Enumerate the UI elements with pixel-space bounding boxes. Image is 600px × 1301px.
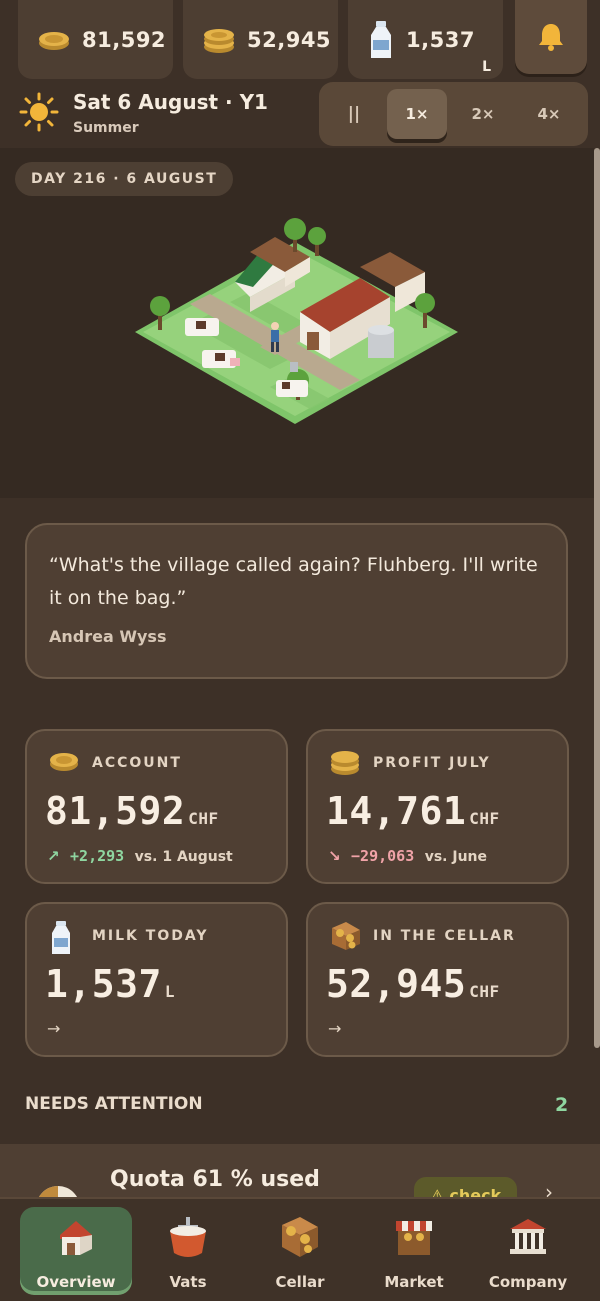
sun-icon bbox=[19, 92, 59, 132]
account-card-unit: CHF bbox=[188, 809, 219, 828]
profit-card-delta: ↘ −29,063 vs. June bbox=[328, 847, 487, 865]
profit-card-unit: CHF bbox=[469, 809, 500, 828]
milk-resource-unit: L bbox=[482, 59, 491, 75]
account-value: 81,592 bbox=[82, 27, 167, 52]
account-resource[interactable]: 81,592 bbox=[18, 0, 173, 79]
date-title: Sat 6 August · Y1 bbox=[73, 90, 268, 114]
nav-vats-label: Vats bbox=[169, 1273, 207, 1291]
nav-overview[interactable]: Overview bbox=[20, 1207, 132, 1291]
quote-author: Andrea Wyss bbox=[49, 627, 167, 646]
farm-scene[interactable]: DAY 216 · 6 AUGUST bbox=[0, 148, 594, 498]
coin-stack-icon bbox=[331, 751, 359, 775]
account-card-value: 81,592 CHF bbox=[45, 789, 219, 833]
account-card-label: ACCOUNT bbox=[92, 755, 182, 771]
resource-bar: 81,592 52,945 1,537 L bbox=[0, 0, 600, 80]
page-scrollbar[interactable] bbox=[594, 148, 600, 1048]
cellar-card-unit: CHF bbox=[469, 982, 500, 1001]
cellar-card-label: IN THE CELLAR bbox=[373, 928, 516, 944]
day-pill: DAY 216 · 6 AUGUST bbox=[15, 162, 234, 196]
pause-button[interactable]: || bbox=[327, 89, 381, 139]
milk-card-value: 1,537 L bbox=[45, 962, 176, 1006]
speed-2x-button[interactable]: 2× bbox=[453, 89, 513, 139]
nav-market-label: Market bbox=[384, 1273, 444, 1291]
milk-card[interactable]: MILK TODAY 1,537 L → bbox=[25, 902, 288, 1057]
farmhouse-icon bbox=[60, 1221, 92, 1255]
nav-cellar-label: Cellar bbox=[275, 1273, 325, 1291]
date-row: Sat 6 August · Y1 Summer || 1× 2× 4× bbox=[0, 82, 600, 146]
bank-building-icon bbox=[510, 1219, 546, 1254]
profit-card-label: PROFIT JULY bbox=[373, 755, 491, 771]
milk-resource-value: 1,537 bbox=[406, 27, 475, 52]
attention-item-title: Quota 61 % used bbox=[110, 1167, 320, 1192]
bell-icon bbox=[539, 24, 563, 51]
account-card-delta: ↗ +2,293 vs. 1 August bbox=[47, 847, 233, 865]
speed-1x-button[interactable]: 1× bbox=[387, 89, 447, 139]
isometric-farm-illustration[interactable] bbox=[130, 212, 470, 432]
vat-icon bbox=[170, 1217, 206, 1257]
arrow-right-icon[interactable]: → bbox=[47, 1019, 60, 1038]
notifications-button[interactable] bbox=[515, 0, 587, 74]
account-card[interactable]: ACCOUNT 81,592 CHF ↗ +2,293 vs. 1 August bbox=[25, 729, 288, 884]
speed-4x-button[interactable]: 4× bbox=[519, 89, 579, 139]
milk-resource[interactable]: 1,537 L bbox=[348, 0, 503, 79]
nav-vats[interactable]: Vats bbox=[132, 1207, 244, 1291]
nav-company-label: Company bbox=[488, 1273, 568, 1291]
profit-card-value: 14,761 CHF bbox=[326, 789, 500, 833]
nav-cellar[interactable]: Cellar bbox=[244, 1207, 356, 1291]
attention-item[interactable]: Quota 61 % used ⚠ check › bbox=[0, 1144, 600, 1204]
cellar-resource-value: 52,945 bbox=[247, 27, 332, 52]
cellar-card[interactable]: IN THE CELLAR 52,945 CHF → bbox=[306, 902, 569, 1057]
nav-overview-label: Overview bbox=[36, 1273, 116, 1291]
nav-company[interactable]: Company bbox=[472, 1207, 584, 1291]
cheese-shelf-icon bbox=[282, 1217, 318, 1257]
trend-up-icon: ↗ bbox=[47, 847, 60, 865]
milk-bottle-icon bbox=[52, 921, 70, 954]
profit-card[interactable]: PROFIT JULY 14,761 CHF ↘ −29,063 vs. June bbox=[306, 729, 569, 884]
coin-stack-icon bbox=[204, 28, 234, 53]
season-label: Summer bbox=[73, 120, 139, 136]
quote-card: “What's the village called again? Fluhbe… bbox=[25, 523, 568, 679]
milk-card-unit: L bbox=[164, 982, 176, 1001]
milk-bottle-icon bbox=[371, 20, 391, 58]
needs-attention-count: 2 bbox=[555, 1094, 569, 1116]
trend-down-icon: ↘ bbox=[328, 847, 341, 865]
cheese-shelf-icon bbox=[332, 922, 360, 950]
speed-control: || 1× 2× 4× bbox=[319, 82, 588, 146]
needs-attention-title: NEEDS ATTENTION bbox=[25, 1094, 203, 1114]
coin-icon bbox=[39, 31, 69, 50]
market-stall-icon bbox=[396, 1221, 432, 1255]
arrow-right-icon[interactable]: → bbox=[328, 1019, 341, 1038]
bottom-nav: Overview Vats Cellar Market Company bbox=[0, 1197, 600, 1301]
coin-icon bbox=[50, 753, 78, 771]
nav-market[interactable]: Market bbox=[358, 1207, 470, 1291]
cellar-card-value: 52,945 CHF bbox=[326, 962, 500, 1006]
quote-text: “What's the village called again? Fluhbe… bbox=[49, 554, 538, 609]
cellar-resource[interactable]: 52,945 bbox=[183, 0, 338, 79]
milk-card-label: MILK TODAY bbox=[92, 928, 209, 944]
